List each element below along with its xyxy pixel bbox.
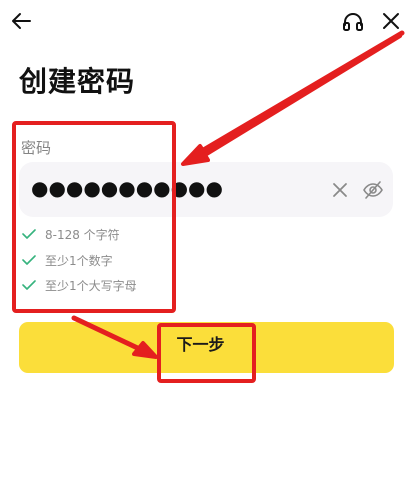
- close-icon[interactable]: [380, 10, 402, 32]
- page-title: 创建密码: [19, 65, 136, 98]
- password-input[interactable]: ●●●●●●●●●●●: [19, 162, 393, 217]
- password-label: 密码: [21, 139, 52, 157]
- password-masked-value: ●●●●●●●●●●●: [31, 176, 223, 200]
- arrow-left-icon[interactable]: [10, 10, 32, 32]
- check-icon: [22, 280, 36, 290]
- create-password-screen: 创建密码 密码 ●●●●●●●●●●● 8-128 个字符 至少1个数字 至少1…: [0, 0, 416, 489]
- annotation-arrow-to-password: [181, 34, 402, 166]
- requirement-text: 至少1个大写字母: [45, 279, 137, 293]
- clear-x-icon[interactable]: [332, 182, 348, 198]
- next-step-label: 下一步: [176, 335, 225, 354]
- eye-off-icon[interactable]: [362, 179, 384, 201]
- headset-icon[interactable]: [342, 11, 364, 33]
- check-icon: [22, 229, 36, 239]
- annotation-arrow-shaft-1: [192, 30, 405, 158]
- check-icon: [22, 255, 36, 265]
- requirement-text: 至少1个数字: [45, 254, 113, 268]
- requirement-text: 8-128 个字符: [45, 228, 120, 242]
- next-step-button[interactable]: 下一步: [19, 322, 394, 373]
